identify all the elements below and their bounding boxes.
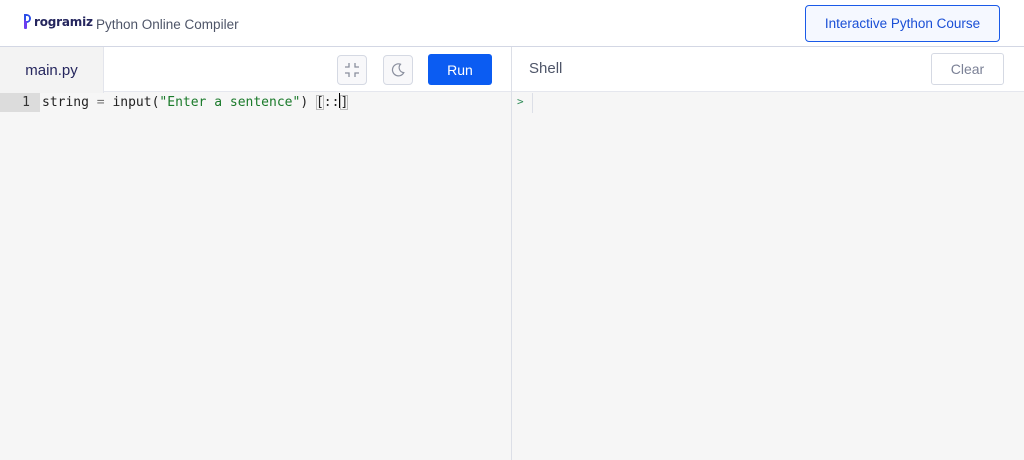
token-slice: :: <box>323 95 340 110</box>
app-title: Python Online Compiler <box>96 17 239 32</box>
token-identifier: string <box>42 95 89 110</box>
theme-toggle-button[interactable] <box>383 55 413 85</box>
shell-title: Shell <box>529 60 563 77</box>
shell-panel: Shell Clear > <box>512 47 1024 460</box>
token-open-bracket: [ <box>315 95 324 110</box>
collapse-button[interactable] <box>337 55 367 85</box>
run-button[interactable]: Run <box>428 54 492 85</box>
line-number: 1 <box>22 95 30 110</box>
clear-button[interactable]: Clear <box>931 53 1004 85</box>
file-tab-main[interactable]: main.py <box>0 47 104 93</box>
token-close-paren: ) <box>300 95 316 110</box>
token-call: input( <box>112 95 160 110</box>
shell-toolbar: Shell Clear <box>512 47 1024 92</box>
token-close-bracket: ] <box>340 95 349 110</box>
shell-output[interactable]: > <box>512 93 1024 460</box>
collapse-icon <box>345 63 359 77</box>
shell-prompt: > <box>517 95 524 108</box>
top-header: rogramiz Python Online Compiler Interact… <box>0 0 1024 47</box>
token-assign: = <box>88 95 113 110</box>
interactive-course-button[interactable]: Interactive Python Course <box>805 5 1000 42</box>
shell-input[interactable] <box>532 93 533 113</box>
editor-panel: main.py Run 1 string = input("Enter a se… <box>0 47 511 460</box>
editor-toolbar: main.py Run <box>0 47 511 93</box>
code-editor[interactable]: 1 string = input("Enter a sentence") [::… <box>0 93 511 460</box>
moon-icon <box>391 63 405 77</box>
code-line[interactable]: string = input("Enter a sentence") [::] <box>42 93 349 112</box>
logo-text: rogramiz <box>34 14 93 29</box>
token-string: "Enter a sentence" <box>159 95 301 110</box>
programiz-logo[interactable]: rogramiz <box>24 14 93 29</box>
programiz-logo-icon <box>24 14 33 29</box>
